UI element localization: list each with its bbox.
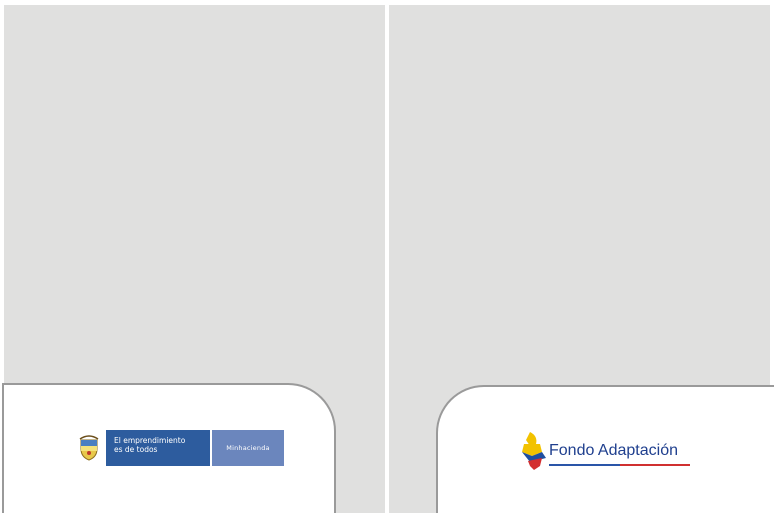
fondo-adaptacion-logo: Fondo Adaptación bbox=[518, 430, 698, 472]
gov-banner-logo: El emprendimiento es de todos Minhaciend… bbox=[72, 430, 284, 466]
folder-mockup: El emprendimiento es de todos Minhaciend… bbox=[0, 0, 774, 513]
fondo-underline bbox=[549, 464, 690, 466]
colombia-map-mark-icon bbox=[522, 432, 546, 470]
gov-divider bbox=[210, 430, 212, 466]
fondo-adaptacion-name: Fondo Adaptación bbox=[549, 442, 678, 459]
gov-slogan-line1: El emprendimiento bbox=[114, 436, 186, 445]
colombia-coat-of-arms-icon bbox=[72, 430, 106, 466]
gov-slogan: El emprendimiento es de todos bbox=[106, 430, 210, 466]
gov-slogan-line2: es de todos bbox=[114, 445, 158, 454]
ministry-label: Minhacienda bbox=[212, 430, 284, 466]
